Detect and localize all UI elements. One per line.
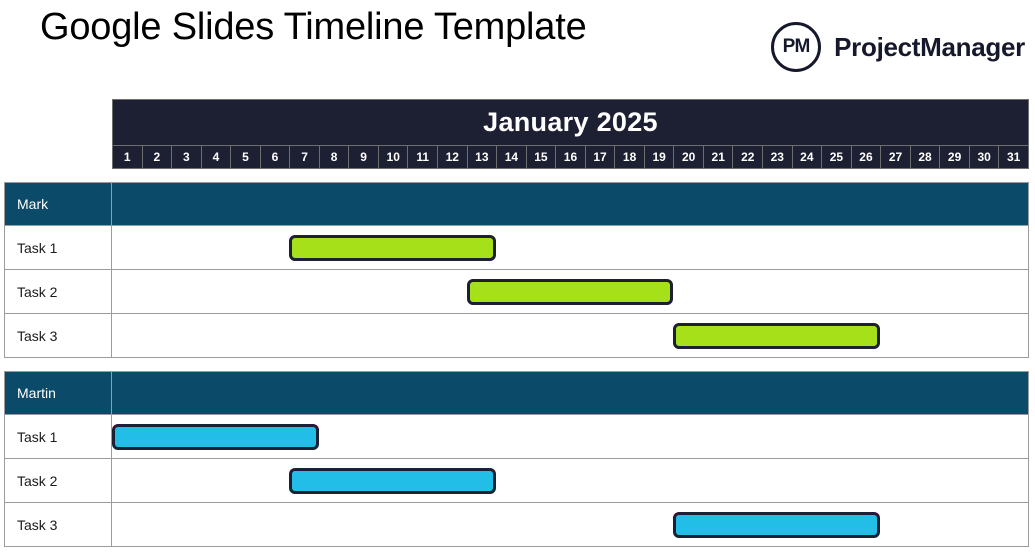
day-cell-31: 31 [1007,150,1021,164]
day-cell-24: 24 [793,146,823,168]
day-cell-18: 18 [615,146,645,168]
brand-name: ProjectManager [834,31,1025,62]
task-label: Task 3 [4,503,112,547]
task-track[interactable] [112,503,1029,547]
task-track[interactable] [112,270,1029,314]
pm-circle-icon: PM [771,22,822,72]
brand-logo: PM ProjectManager [771,22,1025,72]
task-label: Task 2 [4,459,112,503]
day-cell-11: 11 [408,146,439,168]
group-header-row: Mark [4,182,1029,226]
task-row[interactable]: Task 3 [4,314,1029,358]
day-cell-25: 25 [822,146,852,168]
day-cell-27: 27 [881,146,911,168]
gantt-bar[interactable] [289,467,497,494]
day-cell-20: 20 [674,146,704,168]
day-cell-21: 21 [704,146,734,168]
task-label: Task 2 [4,270,112,314]
slide-canvas: Google Slides Timeline Template PM Proje… [0,0,1035,557]
task-label: Task 1 [4,226,112,270]
task-row[interactable]: Task 1 [4,415,1029,459]
day-cell-10: 10 [379,146,409,168]
day-cell-19: 19 [645,146,675,168]
task-label: Task 3 [4,314,112,358]
day-cell-15: 15 [527,146,557,168]
group-header-row: Martin [4,371,1029,415]
day-cell-23: 23 [763,146,793,168]
day-cell-3: 3 [172,146,202,168]
day-cell-12: 12 [438,146,468,168]
task-track[interactable] [112,314,1029,358]
group-header-track [112,371,1029,415]
day-cell-2: 2 [143,146,173,168]
day-cell-14: 14 [497,146,527,168]
day-header-row: 1 2 3 4 5 6 7 8 9 10 11 12 13 14 15 16 17 18 19 20 21 22 23 24 2… [112,146,1029,169]
gantt-chart: January 2025 1 2 3 4 5 6 7 8 9 10 11 12 13 14 15 16 17 18… [4,99,1029,547]
day-cell-29: 29 [940,146,970,168]
day-cell-5: 5 [231,146,261,168]
month-label: January 2025 [483,107,658,137]
group-name: Martin [4,371,112,415]
task-row[interactable]: Task 3 [4,503,1029,547]
groups-container: Mark Task 1 Task 2 Task 3 Martin Task 1 Task 2… [4,182,1029,547]
day-cell-7: 7 [290,146,320,168]
day-cell-6: 6 [261,146,291,168]
page-title: Google Slides Timeline Template [40,6,587,48]
group-header-track [112,182,1029,226]
task-group: Mark Task 1 Task 2 Task 3 [4,182,1029,358]
gantt-bar[interactable] [466,278,674,305]
task-track[interactable] [112,226,1029,270]
day-cell-13: 13 [468,146,498,168]
group-name: Mark [4,182,112,226]
month-header: January 2025 [112,99,1029,146]
day-cell-1: 1 [113,146,143,168]
gantt-bar[interactable] [673,322,881,349]
day-cell-16: 16 [556,146,586,168]
task-track[interactable] [112,459,1029,503]
task-row[interactable]: Task 1 [4,226,1029,270]
pm-monogram: PM [782,36,811,57]
task-track[interactable] [112,415,1029,459]
day-cell-4: 4 [202,146,232,168]
day-cell-9: 9 [349,146,379,168]
day-cell-17: 17 [586,146,616,168]
day-cell-22: 22 [733,146,764,168]
task-row[interactable]: Task 2 [4,270,1029,314]
gantt-bar[interactable] [289,234,497,261]
day-cell-28: 28 [911,146,941,168]
task-label: Task 1 [4,415,112,459]
gantt-bar[interactable] [673,511,881,538]
day-cell-26: 26 [852,146,882,168]
task-row[interactable]: Task 2 [4,459,1029,503]
day-cell-30: 30 [970,146,1000,168]
gantt-bar[interactable] [112,423,319,450]
day-cell-8: 8 [320,146,350,168]
task-group: Martin Task 1 Task 2 Task 3 [4,371,1029,547]
